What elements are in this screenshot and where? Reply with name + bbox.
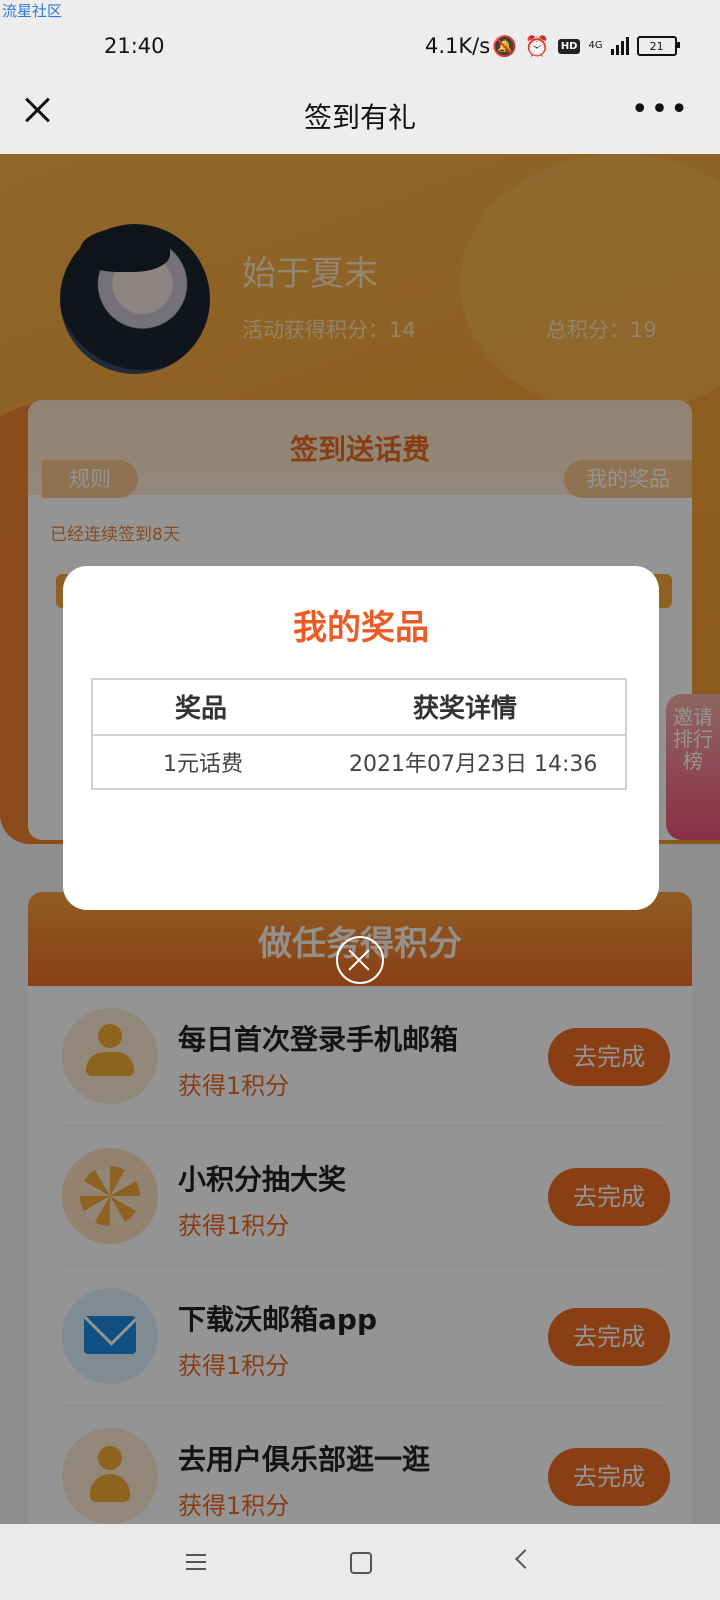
more-icon[interactable]: ••• [631,95,690,125]
my-prizes-modal: 我的奖品 奖品 获奖详情 1元话费 2021年07月23日 14:36 [63,566,659,910]
hd-icon: HD [557,38,581,54]
clock: 21:40 [104,34,165,58]
nav-bar: 签到有礼 ••• [0,80,720,154]
prize-detail-cell: 2021年07月23日 14:36 [349,752,598,777]
network-speed: 4.1K/s [425,34,491,58]
page-title: 签到有礼 [303,101,416,134]
mute-bell-icon: 🔕 [492,34,517,58]
modal-title: 我的奖品 [293,608,429,648]
modal-close-icon[interactable] [336,936,384,984]
battery-icon: 21 [636,36,680,56]
watermark: 流星社区 [2,2,63,20]
status-bar: 21:40 4.1K/s 🔕 ⏰ HD 4G 21 [0,0,720,80]
column-header-prize: 奖品 [175,694,228,724]
alarm-icon: ⏰ [524,34,550,58]
prize-table: 奖品 获奖详情 1元话费 2021年07月23日 14:36 [91,678,627,790]
divider [93,734,625,736]
signal-icon [610,37,629,55]
back-icon[interactable] [515,1549,535,1569]
system-nav-bar [0,1524,720,1600]
prize-cell: 1元话费 [163,752,243,777]
menu-icon[interactable] [186,1554,206,1570]
home-icon[interactable] [350,1552,372,1574]
battery-level: 21 [649,39,664,53]
column-header-detail: 获奖详情 [413,694,518,724]
network-type: 4G [588,40,603,51]
status-icons: 🔕 ⏰ HD 4G 21 [492,34,680,58]
